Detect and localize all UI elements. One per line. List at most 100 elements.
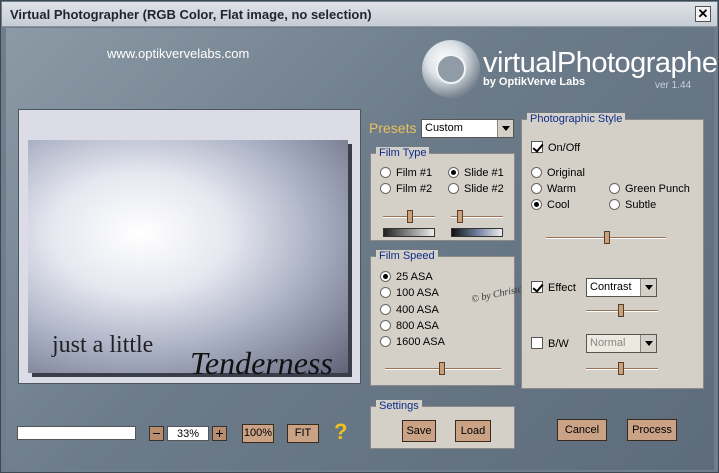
chevron-down-icon <box>640 279 656 296</box>
presets-label: Presets <box>369 120 417 136</box>
radio-selected-icon <box>531 199 542 210</box>
effect-label: Effect <box>548 282 576 294</box>
radio-icon <box>531 167 542 178</box>
speed-800[interactable]: 800 ASA <box>380 320 439 332</box>
checkbox-checked-icon <box>531 281 543 293</box>
film-type-slide2[interactable]: Slide #2 <box>448 183 504 195</box>
slider-thumb[interactable] <box>439 362 445 375</box>
settings-title: Settings <box>376 400 422 412</box>
zoom-in-button[interactable] <box>212 426 227 441</box>
bw-label: B/W <box>548 338 569 350</box>
slider-thumb[interactable] <box>407 210 413 223</box>
film-type-film1[interactable]: Film #1 <box>380 167 432 179</box>
effect-dropdown[interactable]: Contrast <box>586 278 657 297</box>
radio-selected-icon <box>380 271 391 282</box>
cancel-button[interactable]: Cancel <box>557 419 607 441</box>
green-punch-label: Green Punch <box>625 183 690 195</box>
checkbox-checked-icon <box>531 141 543 153</box>
zoom-out-button[interactable] <box>149 426 164 441</box>
radio-icon <box>380 304 391 315</box>
window-title: Virtual Photographer (RGB Color, Flat im… <box>10 7 372 22</box>
effect-slider[interactable] <box>586 304 658 317</box>
zoom-100-button[interactable]: 100% <box>242 424 274 443</box>
slider-thumb[interactable] <box>618 304 624 317</box>
speed-400-label: 400 ASA <box>396 304 439 316</box>
plugin-window: Virtual Photographer (RGB Color, Flat im… <box>0 0 719 473</box>
warm-label: Warm <box>547 183 576 195</box>
radio-icon <box>380 336 391 347</box>
radio-icon <box>380 183 391 194</box>
lens-logo-icon <box>422 40 480 98</box>
style-original[interactable]: Original <box>531 167 585 179</box>
speed-25-label: 25 ASA <box>396 271 433 283</box>
zoom-value: 33% <box>167 426 209 441</box>
speed-800-label: 800 ASA <box>396 320 439 332</box>
bw-checkbox[interactable]: B/W <box>531 337 569 350</box>
close-icon: ✕ <box>697 6 709 21</box>
settings-group: Settings Save Load <box>370 400 515 449</box>
style-green-punch[interactable]: Green Punch <box>609 183 690 195</box>
load-button[interactable]: Load <box>455 420 491 442</box>
film-type-film2[interactable]: Film #2 <box>380 183 432 195</box>
speed-400[interactable]: 400 ASA <box>380 304 439 316</box>
radio-icon <box>609 199 620 210</box>
speed-1600[interactable]: 1600 ASA <box>380 336 445 348</box>
radio-icon <box>531 183 542 194</box>
preview-photo: just a little Tenderness <box>28 140 348 381</box>
presets-dropdown[interactable]: Custom <box>421 119 514 138</box>
style-slider[interactable] <box>546 231 666 244</box>
film-gradient-bar <box>383 228 435 237</box>
presets-value: Custom <box>425 122 463 134</box>
process-button[interactable]: Process <box>627 419 677 441</box>
chevron-down-icon <box>640 335 656 352</box>
slide-slider[interactable] <box>451 210 503 223</box>
bw-slider[interactable] <box>586 362 658 375</box>
photographic-style-title: Photographic Style <box>527 113 626 125</box>
checkbox-icon <box>531 337 543 349</box>
film-type-group: Film Type Film #1 Slide #1 Film #2 Slide… <box>370 147 515 241</box>
style-cool[interactable]: Cool <box>531 199 570 211</box>
slide1-label: Slide #1 <box>464 167 504 179</box>
film1-label: Film #1 <box>396 167 433 179</box>
bw-dropdown[interactable]: Normal <box>586 334 657 353</box>
subtle-label: Subtle <box>625 199 657 211</box>
onoff-checkbox[interactable]: On/Off <box>531 141 580 154</box>
film2-label: Film #2 <box>396 183 433 195</box>
version-label: ver 1.44 <box>655 80 692 91</box>
radio-selected-icon <box>448 167 459 178</box>
film-type-slide1[interactable]: Slide #1 <box>448 167 504 179</box>
radio-icon <box>609 183 620 194</box>
zoom-fit-button[interactable]: FIT <box>287 424 319 443</box>
onoff-label: On/Off <box>548 142 581 154</box>
chevron-down-icon <box>497 120 513 137</box>
style-warm[interactable]: Warm <box>531 183 576 195</box>
speed-25[interactable]: 25 ASA <box>380 271 433 283</box>
save-button[interactable]: Save <box>402 420 436 442</box>
speed-1600-label: 1600 ASA <box>396 336 445 348</box>
brand-byline: by OptikVerve Labs <box>483 76 586 88</box>
radio-icon <box>380 320 391 331</box>
speed-100-label: 100 ASA <box>396 287 439 299</box>
slide2-label: Slide #2 <box>464 183 504 195</box>
image-preview[interactable]: just a little Tenderness <box>18 109 361 384</box>
film-speed-slider[interactable] <box>385 362 501 375</box>
style-subtle[interactable]: Subtle <box>609 199 656 211</box>
slider-thumb[interactable] <box>457 210 463 223</box>
film-speed-group: Film Speed 25 ASA 100 ASA 400 ASA 800 AS… <box>370 250 515 386</box>
slider-thumb[interactable] <box>604 231 610 244</box>
close-button[interactable]: ✕ <box>695 6 711 22</box>
speed-100[interactable]: 100 ASA <box>380 287 439 299</box>
film-slider[interactable] <box>383 210 435 223</box>
effect-checkbox[interactable]: Effect <box>531 281 576 294</box>
radio-icon <box>380 287 391 298</box>
slider-thumb[interactable] <box>618 362 624 375</box>
photo-caption-line1: just a little <box>52 332 154 358</box>
photo-caption-line2: Tenderness <box>190 345 333 381</box>
website-link[interactable]: www.optikvervelabs.com <box>107 46 249 61</box>
help-icon[interactable]: ? <box>334 419 347 445</box>
film-type-title: Film Type <box>376 147 430 159</box>
bw-value: Normal <box>590 337 626 349</box>
effect-value: Contrast <box>590 281 632 293</box>
progress-bar <box>17 426 136 440</box>
radio-icon <box>448 183 459 194</box>
